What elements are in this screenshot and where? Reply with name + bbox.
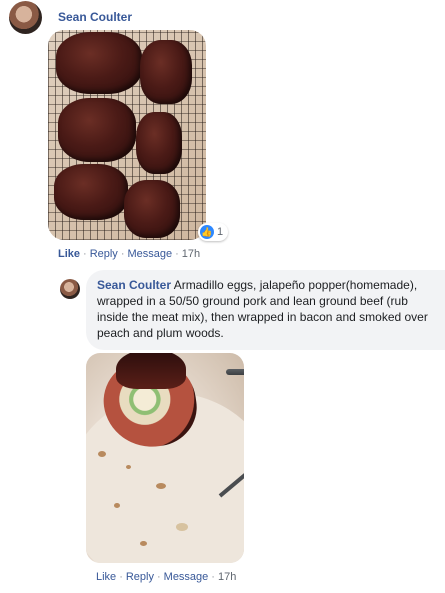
bacon-roll: [54, 164, 128, 220]
message-link[interactable]: Message: [127, 248, 172, 260]
fork: [226, 369, 244, 375]
reply-link[interactable]: Reply: [126, 571, 154, 583]
reply-photo[interactable]: [86, 353, 244, 563]
reaction-count: 1: [217, 226, 224, 238]
separator: ·: [211, 571, 215, 583]
separator: ·: [156, 571, 161, 583]
crumb: [176, 523, 188, 531]
bacon-roll: [56, 32, 142, 94]
crumb: [98, 451, 106, 457]
message-link[interactable]: Message: [164, 571, 209, 583]
commenter-avatar[interactable]: [9, 1, 42, 34]
separator: ·: [83, 248, 87, 260]
like-thumb-icon: 👍: [200, 225, 214, 239]
reply-actions: Like · Reply · Message · 17h: [96, 571, 236, 583]
timestamp[interactable]: 17h: [182, 248, 200, 260]
separator: ·: [175, 248, 179, 260]
comment-actions: Like · Reply · Message · 17h: [58, 248, 200, 260]
reply-bubble: Sean Coulter Armadillo eggs, jalapeño po…: [86, 270, 445, 350]
like-link[interactable]: Like: [96, 571, 116, 583]
bacon-roll: [136, 112, 182, 174]
reply-avatar[interactable]: [60, 279, 80, 299]
crumb: [156, 483, 166, 489]
comment-photo[interactable]: [48, 30, 206, 240]
crumb: [140, 541, 147, 546]
separator: ·: [120, 248, 125, 260]
bacon-roll: [58, 98, 136, 162]
crumb: [126, 465, 131, 469]
timestamp[interactable]: 17h: [218, 571, 236, 583]
like-link[interactable]: Like: [58, 248, 80, 260]
reaction-summary[interactable]: 👍 1: [198, 223, 229, 241]
bacon-roll: [140, 40, 192, 104]
reply-author-name[interactable]: Sean Coulter: [97, 278, 171, 292]
commenter-name[interactable]: Sean Coulter: [58, 10, 132, 24]
bacon-crust: [116, 353, 186, 389]
separator: ·: [119, 571, 123, 583]
bacon-roll: [124, 180, 180, 238]
reply-link[interactable]: Reply: [90, 248, 118, 260]
crumb: [114, 503, 120, 508]
